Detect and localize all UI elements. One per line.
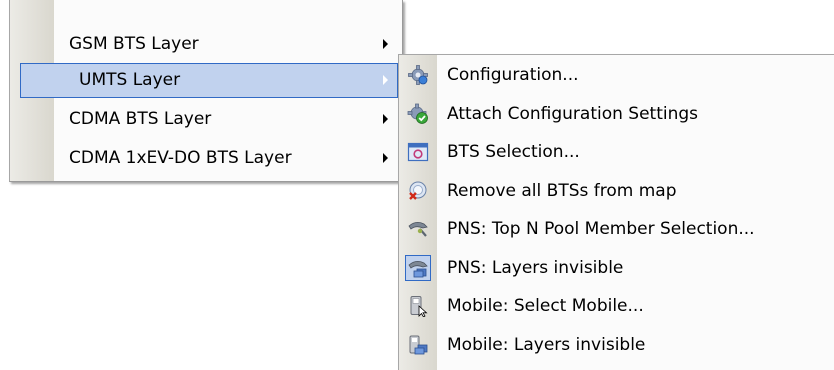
mobile-select-icon — [405, 293, 431, 319]
menu-item-label: UMTS Layer — [79, 70, 181, 90]
menu-item-label: PNS: Top N Pool Member Selection... — [447, 219, 755, 239]
menu-item-mobile-layers-invisible[interactable]: Mobile: Layers invisible — [399, 328, 834, 363]
menu-item-label: Mobile: Layers invisible — [447, 335, 646, 355]
menu-item-configuration[interactable]: Configuration... — [399, 58, 834, 93]
menu-item-cdma-1xev-do-bts-layer[interactable]: CDMA 1xEV-DO BTS Layer — [10, 141, 402, 176]
bts-selection-icon — [405, 139, 431, 165]
menu-item-bts-selection[interactable]: BTS Selection... — [399, 135, 834, 170]
submenu-arrow-icon — [383, 75, 388, 85]
menu-item-umts-layer[interactable]: UMTS Layer — [20, 63, 398, 98]
menu-item-label: GSM BTS Layer — [69, 34, 199, 54]
menu-item-label: Mobile: Select Mobile... — [447, 296, 644, 316]
submenu-arrow-icon — [383, 153, 388, 163]
gear-icon — [405, 62, 431, 88]
menu-item-label: CDMA BTS Layer — [69, 109, 212, 129]
menu-item-label: BTS Selection... — [447, 142, 580, 162]
pns-icon — [405, 216, 431, 242]
menu-item-mobile-select-mobile[interactable]: Mobile: Select Mobile... — [399, 289, 834, 324]
menu-item-pns-layers-invisible[interactable]: PNS: Layers invisible — [399, 251, 834, 286]
menu-item-pns-top-n-pool-member-selection[interactable]: PNS: Top N Pool Member Selection... — [399, 212, 834, 247]
menu-item-remove-all-btss[interactable]: Remove all BTSs from map — [399, 174, 834, 209]
gear-check-icon — [405, 101, 431, 127]
menu-item-label: Configuration... — [447, 65, 579, 85]
menu-item-cdma-bts-layer[interactable]: CDMA BTS Layer — [10, 102, 402, 137]
main-context-menu: GSM BTS Layer UMTS Layer CDMA BTS Layer … — [9, 0, 403, 182]
menu-item-label: CDMA 1xEV-DO BTS Layer — [69, 148, 292, 168]
umts-layer-submenu: Configuration... Attach Configuration Se… — [398, 54, 834, 370]
submenu-arrow-icon — [383, 39, 388, 49]
mobile-layers-icon — [405, 332, 431, 358]
menu-item-gsm-bts-layer[interactable]: GSM BTS Layer — [10, 27, 402, 62]
menu-item-label: Remove all BTSs from map — [447, 181, 677, 201]
remove-bts-icon — [405, 178, 431, 204]
menu-item-attach-configuration-settings[interactable]: Attach Configuration Settings — [399, 97, 834, 132]
submenu-arrow-icon — [383, 114, 388, 124]
menu-item-label: Attach Configuration Settings — [447, 104, 699, 124]
pns-layers-icon — [405, 255, 431, 281]
menu-item-label: PNS: Layers invisible — [447, 258, 624, 278]
